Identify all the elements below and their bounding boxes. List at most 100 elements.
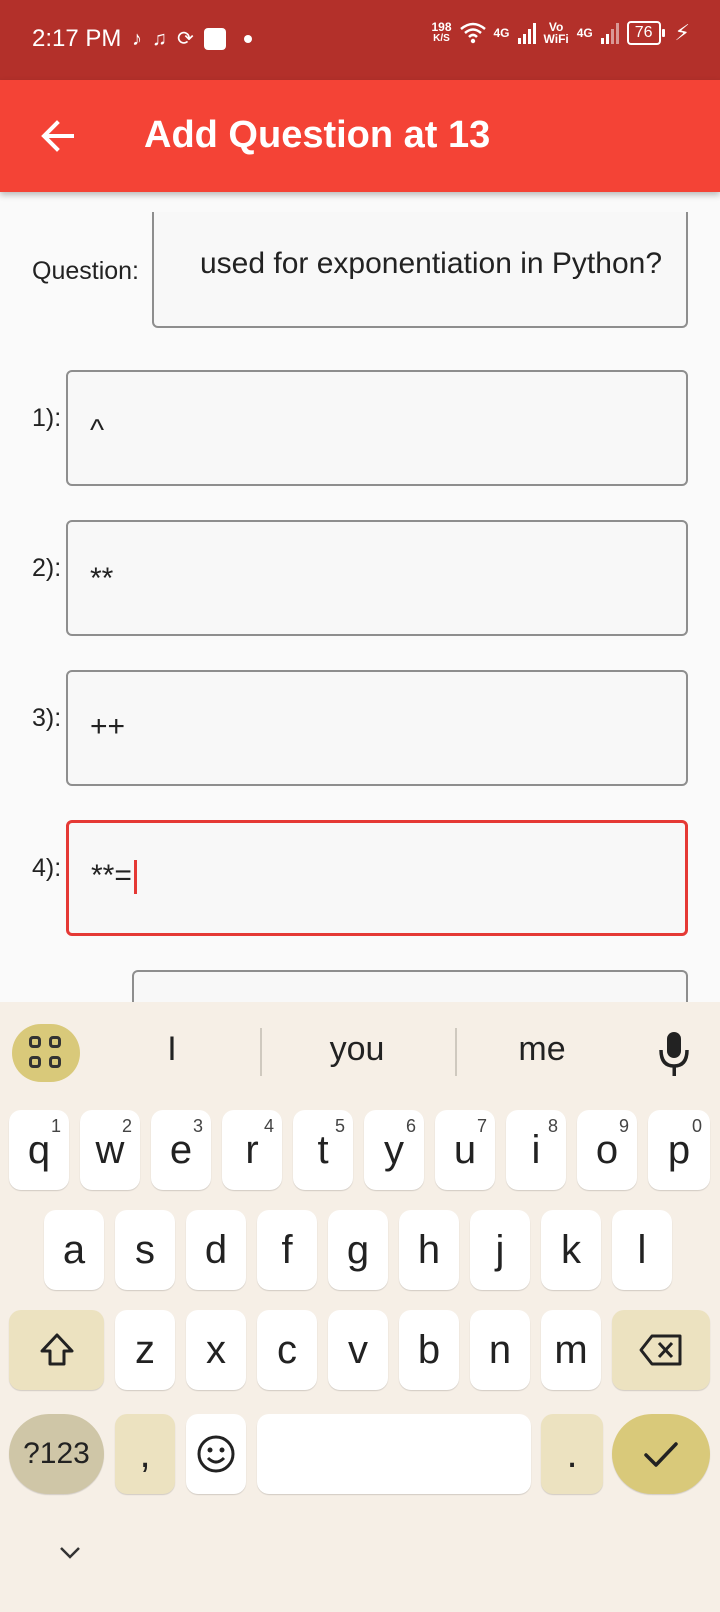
symbols-key[interactable]: ?123 [9, 1414, 104, 1494]
option-input-value: ^ [90, 414, 105, 447]
key-n[interactable]: n [470, 1310, 530, 1390]
question-form: Question: used for exponentiation in Pyt… [0, 192, 720, 1002]
status-indicators: 198 K/S 4G Vo WiFi 4G 76 ⚡ [431, 20, 690, 46]
suggestion-strip: I you me [0, 1002, 720, 1098]
key-w[interactable]: w2 [80, 1110, 140, 1190]
option-input-focused[interactable]: **= [66, 820, 688, 936]
focused-input-text: **= [91, 859, 132, 892]
key-p[interactable]: p0 [648, 1110, 710, 1190]
option-input-value: ++ [90, 710, 126, 743]
mail-icon [203, 28, 226, 50]
key-hint: 9 [618, 1116, 629, 1136]
option-input-partial[interactable] [132, 970, 688, 1002]
key-hint: 2 [121, 1116, 132, 1136]
key-hint: 3 [192, 1116, 203, 1136]
question-input-value: used for exponentiation in Python? [200, 247, 662, 280]
option-label: 3): [32, 704, 62, 732]
option-input[interactable]: ^ [66, 370, 688, 486]
net-speed: 198 K/S [431, 21, 451, 45]
music-icon: ♫ [152, 28, 167, 50]
apps-grid-button[interactable] [12, 1024, 80, 1082]
key-hint: 4 [263, 1116, 274, 1136]
key-x[interactable]: x [186, 1310, 246, 1390]
key-t[interactable]: t5 [293, 1110, 353, 1190]
net-type-2: 4G [576, 26, 593, 40]
emoji-key[interactable] [186, 1414, 246, 1494]
battery-indicator: 76 [626, 21, 665, 45]
key-o[interactable]: o9 [577, 1110, 637, 1190]
question-input[interactable]: used for exponentiation in Python? [152, 212, 688, 328]
wifi-icon [459, 22, 486, 44]
dot-icon [243, 35, 252, 43]
key-hint: 6 [405, 1116, 416, 1136]
option-input[interactable]: ** [66, 520, 688, 636]
key-k[interactable]: k [541, 1210, 601, 1290]
net-speed-unit: K/S [433, 33, 450, 44]
key-label: e [169, 1127, 193, 1172]
microphone-icon[interactable] [654, 1028, 694, 1078]
key-a[interactable]: a [44, 1210, 104, 1290]
net-speed-value: 198 [431, 20, 452, 34]
key-label: r [245, 1127, 259, 1172]
period-key[interactable]: . [541, 1414, 603, 1494]
suggestion-item[interactable]: I [112, 1030, 232, 1069]
net-type-1: 4G [493, 26, 510, 40]
key-hint: 8 [547, 1116, 558, 1136]
suggestion-divider [260, 1028, 262, 1076]
shift-key[interactable] [9, 1310, 104, 1390]
key-label: i [531, 1127, 541, 1172]
key-hint: 7 [476, 1116, 487, 1136]
key-label: t [317, 1127, 329, 1172]
back-button[interactable] [36, 114, 80, 158]
key-y[interactable]: y6 [364, 1110, 424, 1190]
emoji-icon [197, 1435, 235, 1473]
key-h[interactable]: h [399, 1210, 459, 1290]
signal-icon-2 [600, 22, 619, 44]
charging-icon: ⚡ [674, 20, 690, 45]
key-j[interactable]: j [470, 1210, 530, 1290]
volte-bottom: WiFi [543, 32, 569, 46]
sync-icon: ⟳ [177, 28, 194, 50]
key-e[interactable]: e3 [151, 1110, 211, 1190]
backspace-key[interactable] [612, 1310, 710, 1390]
key-hint: 0 [691, 1116, 702, 1136]
text-caret [133, 860, 137, 895]
option-input-value: **= [91, 859, 137, 895]
space-key[interactable] [257, 1414, 531, 1494]
key-i[interactable]: i8 [506, 1110, 566, 1190]
backspace-icon [639, 1334, 682, 1366]
app-bar: Add Question at 13 [0, 80, 720, 192]
comma-key[interactable]: , [115, 1414, 175, 1494]
key-r[interactable]: r4 [222, 1110, 282, 1190]
key-f[interactable]: f [257, 1210, 317, 1290]
key-label: y [384, 1127, 404, 1172]
status-bar: 2:17 PM ♪ ♫ ⟳ 198 K/S 4G Vo WiFi 4G 76 ⚡ [0, 0, 720, 80]
volte-indicator: Vo WiFi [544, 21, 569, 45]
key-s[interactable]: s [115, 1210, 175, 1290]
chevron-down-icon[interactable] [56, 1542, 84, 1562]
key-b[interactable]: b [399, 1310, 459, 1390]
key-d[interactable]: d [186, 1210, 246, 1290]
key-g[interactable]: g [328, 1210, 388, 1290]
key-m[interactable]: m [541, 1310, 601, 1390]
key-u[interactable]: u7 [435, 1110, 495, 1190]
key-l[interactable]: l [612, 1210, 672, 1290]
check-icon [644, 1442, 678, 1467]
key-label: u [453, 1127, 477, 1172]
key-label: w [95, 1127, 125, 1172]
option-label: 4): [32, 854, 62, 882]
enter-key[interactable] [612, 1414, 710, 1494]
option-input[interactable]: ++ [66, 670, 688, 786]
shift-icon [40, 1333, 73, 1366]
key-label: p [667, 1127, 691, 1172]
option-label: 2): [32, 554, 62, 582]
option-label: 1): [32, 404, 62, 432]
key-q[interactable]: q1 [9, 1110, 69, 1190]
question-label: Question: [32, 257, 140, 285]
key-z[interactable]: z [115, 1310, 175, 1390]
key-c[interactable]: c [257, 1310, 317, 1390]
suggestion-item[interactable]: me [482, 1030, 602, 1069]
suggestion-item[interactable]: you [297, 1030, 417, 1069]
key-hint: 5 [334, 1116, 345, 1136]
key-v[interactable]: v [328, 1310, 388, 1390]
